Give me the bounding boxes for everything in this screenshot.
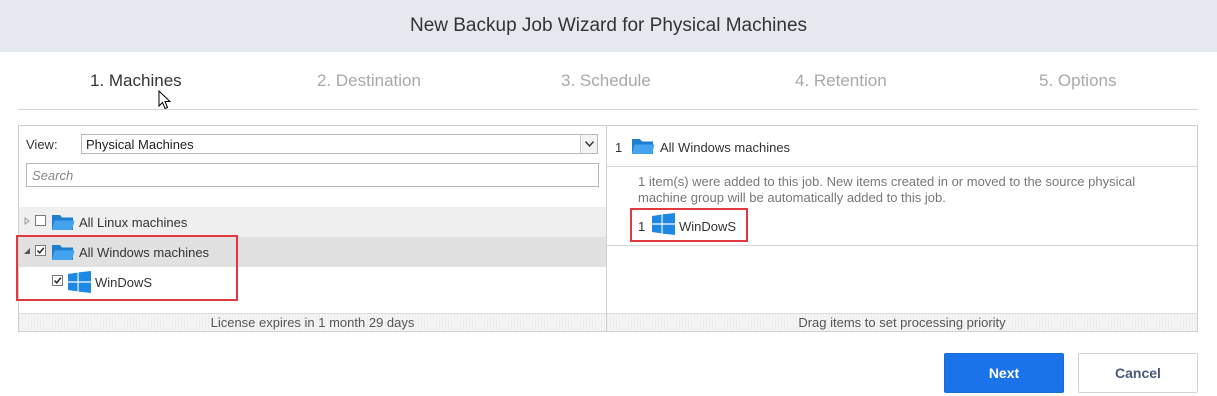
- windows-icon: [68, 271, 91, 293]
- view-label: View:: [26, 137, 58, 152]
- step-schedule[interactable]: 3. Schedule: [561, 71, 651, 91]
- tree-label-linux: All Linux machines: [79, 215, 188, 230]
- linux-checkbox[interactable]: [35, 215, 46, 226]
- next-button[interactable]: Next: [944, 353, 1064, 393]
- selected-item-windows[interactable]: 1 WinDowS: [607, 208, 747, 238]
- mouse-cursor-icon: [158, 90, 172, 110]
- folder-icon: [52, 215, 75, 230]
- chevron-down-icon[interactable]: [580, 135, 597, 153]
- priority-footer: Drag items to set processing priority: [607, 313, 1197, 331]
- search-input[interactable]: Search: [26, 163, 599, 187]
- selected-group-header: 1 All Windows machines: [607, 126, 1197, 167]
- view-select[interactable]: Physical Machines: [81, 134, 598, 154]
- wizard-title: New Backup Job Wizard for Physical Machi…: [409, 15, 808, 36]
- step-machines[interactable]: 1. Machines: [90, 71, 182, 91]
- license-status-text: License expires in 1 month 29 days: [210, 315, 415, 330]
- priority-hint-text: Drag items to set processing priority: [798, 315, 1006, 330]
- tree-item-windows[interactable]: All Windows machines: [19, 237, 606, 267]
- group-priority-number: 1: [615, 140, 623, 155]
- collapse-arrow-icon[interactable]: [23, 247, 31, 255]
- item-priority-number: 1: [638, 219, 646, 234]
- folder-icon: [52, 245, 75, 260]
- machine-checkbox[interactable]: [52, 275, 63, 286]
- view-select-value: Physical Machines: [86, 137, 194, 152]
- windows-icon: [652, 213, 675, 235]
- step-destination[interactable]: 2. Destination: [317, 71, 421, 91]
- folder-icon: [632, 139, 655, 154]
- windows-group-checkbox[interactable]: [35, 245, 46, 256]
- license-footer: License expires in 1 month 29 days: [19, 313, 606, 331]
- tree-label-machine: WinDowS: [95, 275, 153, 290]
- expand-arrow-icon[interactable]: [23, 217, 31, 225]
- wizard-title-bar: New Backup Job Wizard for Physical Machi…: [0, 0, 1217, 52]
- divider: [607, 245, 1197, 246]
- step-options[interactable]: 5. Options: [1039, 71, 1117, 91]
- tree-item-windows-machine[interactable]: WinDowS: [19, 267, 606, 297]
- selected-group-label: All Windows machines: [660, 140, 791, 155]
- cancel-button[interactable]: Cancel: [1078, 353, 1198, 393]
- auto-add-note: 1 item(s) were added to this job. New it…: [638, 174, 1136, 205]
- machines-tree-panel: View: Physical Machines Search All Linux…: [16, 125, 607, 332]
- tree-item-linux[interactable]: All Linux machines: [19, 207, 606, 237]
- selected-items-panel: 1 All Windows machines 1 item(s) were ad…: [607, 125, 1198, 332]
- search-placeholder: Search: [32, 168, 74, 183]
- selected-item-label: WinDowS: [679, 219, 737, 234]
- wizard-steps: 1. Machines 2. Destination 3. Schedule 4…: [18, 62, 1198, 110]
- tree-label-windows: All Windows machines: [79, 245, 210, 260]
- step-retention[interactable]: 4. Retention: [795, 71, 887, 91]
